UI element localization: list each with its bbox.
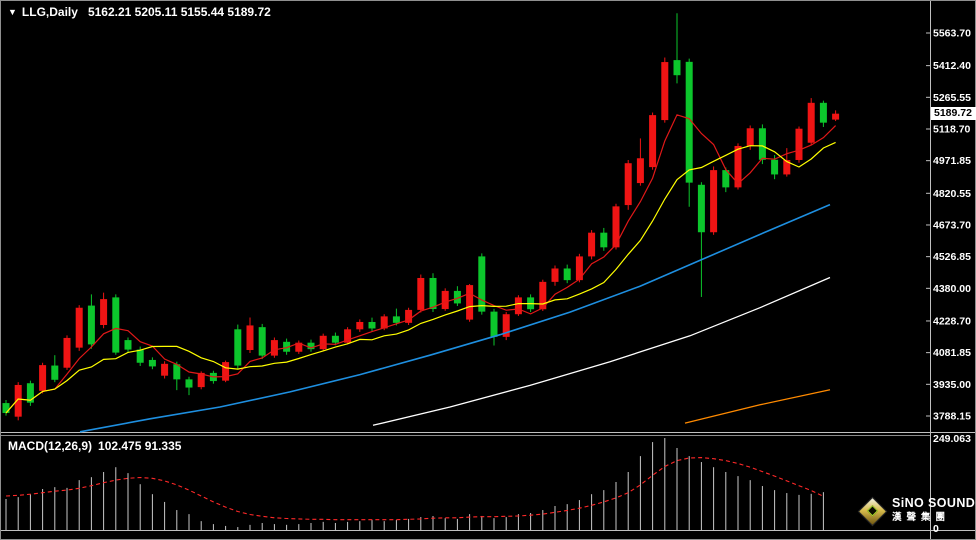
price-axis-label: 3788.15 (933, 410, 971, 422)
candle-body (430, 278, 437, 309)
ma-orange-line (685, 390, 830, 423)
window-border (1, 1, 976, 540)
candle-body (600, 233, 607, 248)
candle-body (186, 379, 193, 387)
collapse-chevron-icon[interactable]: ▼ (8, 7, 17, 17)
macd-signal-line (6, 458, 823, 520)
macd-indicator-label: MACD(12,26,9) 102.475 91.335 (8, 439, 181, 453)
brand-name-en: SiNO SOUND (892, 497, 975, 510)
candle-body (234, 329, 241, 365)
candle-body (808, 103, 815, 143)
candle-body (222, 362, 229, 381)
ma-blue-line (80, 205, 830, 432)
candle-body (832, 114, 839, 120)
candle-body (393, 316, 400, 322)
ohlc-readout: 5162.21 5205.11 5155.44 5189.72 (88, 5, 271, 19)
price-axis-label: 4380.00 (933, 283, 971, 295)
broker-watermark: SiNO SOUND 漢聲集團 (862, 497, 975, 522)
candle-body (149, 360, 156, 366)
current-price-tag: 5189.72 (931, 107, 976, 120)
candle-body (15, 385, 22, 417)
price-axis-label: 5412.40 (933, 60, 971, 72)
candle-body (417, 278, 424, 310)
price-axis-label: 4228.70 (933, 315, 971, 327)
candle-body (820, 103, 827, 123)
candle-body (491, 312, 498, 337)
candle-body (747, 128, 754, 146)
price-axis-label: 4820.55 (933, 188, 971, 200)
candle-body (442, 291, 449, 309)
ma-fast-red-line (6, 115, 836, 413)
symbol-period-label: LLG,Daily (22, 5, 78, 19)
candle-body (637, 158, 644, 183)
price-axis-label: 5118.70 (933, 123, 971, 135)
candle-body (125, 340, 132, 349)
macd-scale-zero-label: 0 (933, 523, 939, 535)
candle-body (796, 129, 803, 160)
candle-body (51, 366, 58, 380)
candle-body (112, 297, 119, 352)
macd-values: 102.475 91.335 (98, 439, 181, 453)
price-axis-label: 4673.70 (933, 219, 971, 231)
chart-title: ▼ LLG,Daily 5162.21 5205.11 5155.44 5189.7… (8, 5, 271, 19)
price-axis-label: 4526.85 (933, 251, 971, 263)
candle-body (332, 336, 339, 343)
price-axis-label: 4971.85 (933, 155, 971, 167)
candle-body (515, 297, 522, 314)
candle-body (88, 306, 95, 345)
candle-body (271, 340, 278, 356)
price-axis-label: 5265.55 (933, 92, 971, 104)
candle-body (552, 268, 559, 281)
candle-body (625, 163, 632, 205)
candle-body (76, 308, 83, 348)
brand-name-cn: 漢聲集團 (892, 513, 975, 523)
candle-body (137, 350, 144, 363)
candle-body (369, 322, 376, 328)
price-axis-label: 5563.70 (933, 28, 971, 40)
candle-body (356, 322, 363, 329)
price-axis-label: 4081.85 (933, 347, 971, 359)
candle-body (588, 233, 595, 257)
candle-body (39, 365, 46, 391)
candle-body (564, 268, 571, 280)
candle-body (64, 338, 71, 368)
candle-body (466, 285, 473, 320)
candle-body (161, 364, 168, 376)
candle-body (3, 403, 10, 413)
candle-body (259, 327, 266, 355)
candle-body (478, 256, 485, 311)
candle-body (771, 160, 778, 175)
candle-body (320, 336, 327, 349)
macd-name: MACD(12,26,9) (8, 439, 92, 453)
chart-window: 5563.70 5412.40 5265.55 5118.70 4971.85 4820.… (0, 0, 976, 540)
candle-body (661, 62, 668, 120)
macd-scale-max-label: 249.063 (933, 433, 971, 445)
candle-body (247, 325, 254, 350)
candle-body (759, 128, 766, 159)
candle-body (710, 170, 717, 232)
chart-canvas[interactable]: 5563.70 5412.40 5265.55 5118.70 4971.85 4820.… (0, 0, 976, 540)
candle-body (698, 185, 705, 232)
diamond-inner-facet (867, 505, 878, 516)
candle-body (649, 115, 656, 167)
price-axis-label: 3935.00 (933, 379, 971, 391)
sino-sound-diamond-icon (858, 496, 888, 526)
candle-body (100, 299, 107, 325)
candle-body (674, 60, 681, 75)
